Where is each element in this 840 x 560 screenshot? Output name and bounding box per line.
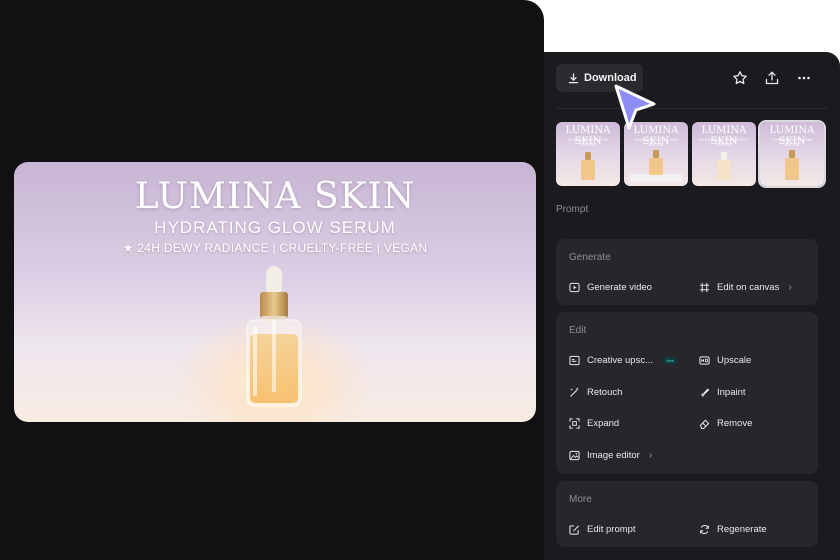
chevron-right-icon: › — [648, 449, 653, 461]
thumbnail-subtitle: HYDRATING GLOW SERUM — [772, 137, 812, 147]
thumbnail-subtitle: HYALURONIC GLOW SERUM — [634, 137, 678, 147]
creative-upscale-icon — [569, 355, 580, 365]
new-badge: New — [663, 356, 678, 364]
app-stage: LUMINA SKIN HYDRATING GLOW SERUM ★ 24H D… — [0, 0, 840, 560]
more-icon[interactable] — [796, 70, 812, 86]
generate-section: Generate Generate video Edit on canvas › — [556, 239, 818, 305]
regenerate-label: Regenerate — [717, 523, 767, 535]
thumbnail-1[interactable]: LUMINA SKIN HYDRATING GLOW SERUM — [556, 122, 620, 186]
cursor-pointer-icon — [614, 84, 656, 130]
download-icon — [568, 72, 579, 83]
expand-icon — [569, 417, 580, 429]
edit-prompt-label: Edit prompt — [587, 523, 636, 535]
edit-prompt-button[interactable]: Edit prompt — [569, 522, 636, 536]
generate-video-button[interactable]: Generate video — [569, 280, 652, 294]
hero-brand-title: LUMINA SKIN — [134, 176, 416, 217]
canvas-window: LUMINA SKIN HYDRATING GLOW SERUM ★ 24H D… — [0, 0, 544, 560]
prompt-label: Prompt — [556, 204, 589, 215]
generate-video-label: Generate video — [587, 281, 652, 293]
variation-thumbnails: LUMINA SKIN HYDRATING GLOW SERUM LUMINA … — [556, 120, 826, 188]
hd-upscale-icon — [699, 355, 710, 365]
thumbnail-subtitle: HYDRATING RECOVERY SERUM — [698, 137, 750, 147]
generate-section-title: Generate — [569, 252, 611, 263]
creative-upscale-button[interactable]: Creative upsc... New — [569, 353, 678, 367]
edit-on-canvas-label: Edit on canvas — [717, 281, 780, 293]
image-editor-icon — [569, 450, 580, 460]
upscale-button[interactable]: Upscale — [699, 353, 751, 367]
remove-label: Remove — [717, 417, 753, 429]
edit-section: Edit Creative upsc... New Upscale Retouc… — [556, 312, 818, 474]
inpaint-button[interactable]: Inpaint — [699, 385, 746, 399]
creative-upscale-label: Creative upsc... — [587, 354, 653, 366]
hero-tagline: ★ 24H DEWY RADIANCE | CRUELTY-FREE | VEG… — [122, 241, 428, 255]
expand-label: Expand — [587, 417, 620, 429]
retouch-label: Retouch — [587, 386, 623, 398]
regenerate-button[interactable]: Regenerate — [699, 522, 767, 536]
share-icon[interactable] — [764, 70, 780, 86]
edit-section-title: Edit — [569, 325, 587, 336]
thumbnail-3[interactable]: LUMINA SKIN HYDRATING RECOVERY SERUM — [692, 122, 756, 186]
more-section: More Edit prompt Regenerate — [556, 481, 818, 547]
toolbar-divider — [556, 108, 828, 109]
retouch-button[interactable]: Retouch — [569, 385, 622, 399]
more-section-title: More — [569, 494, 592, 505]
refresh-icon — [700, 524, 709, 534]
image-editor-button[interactable]: Image editor › — [569, 448, 652, 462]
brush-icon — [701, 388, 710, 396]
thumbnail-4-selected[interactable]: LUMINA SKIN HYDRATING GLOW SERUM — [758, 120, 826, 188]
hero-subtitle: HYDRATING GLOW SERUM — [154, 218, 396, 237]
edit-on-canvas-button[interactable]: Edit on canvas › — [699, 280, 792, 294]
star-icon[interactable] — [732, 70, 748, 86]
edit-prompt-icon — [569, 524, 579, 535]
image-actions-panel: Download LUMINA SKIN HYDRATING GLOW SERU… — [544, 52, 840, 560]
chevron-right-icon: › — [788, 281, 792, 293]
expand-button[interactable]: Expand — [569, 416, 619, 430]
play-icon — [569, 282, 580, 292]
panel-toolbar: Download — [556, 64, 828, 94]
remove-button[interactable]: Remove — [699, 416, 752, 430]
thumbnail-subtitle: HYDRATING GLOW SERUM — [568, 137, 608, 147]
eraser-icon — [699, 419, 710, 429]
generated-image[interactable]: LUMINA SKIN HYDRATING GLOW SERUM ★ 24H D… — [14, 162, 536, 422]
image-editor-label: Image editor — [587, 449, 640, 461]
canvas-frame-icon — [699, 282, 710, 292]
upscale-label: Upscale — [717, 354, 752, 366]
inpaint-label: Inpaint — [717, 386, 746, 398]
magic-wand-icon — [570, 387, 579, 397]
